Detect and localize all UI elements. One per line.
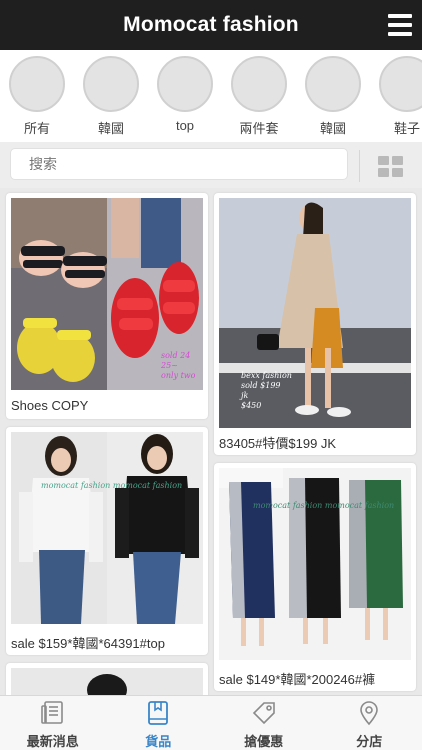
- category-label: 所有: [23, 121, 50, 136]
- category-item-korea[interactable]: 韓國: [80, 56, 142, 137]
- product-card[interactable]: sold 24 25~ only two Shoes COPY: [6, 193, 208, 419]
- category-label: 鞋子: [393, 121, 420, 136]
- nav-item-news[interactable]: 最新消息: [0, 696, 106, 750]
- product-card[interactable]: momocat fashion momocat fashion sale $14…: [214, 463, 416, 691]
- product-card[interactable]: momocat fashion momocat fashion sale $15…: [6, 427, 208, 655]
- product-caption: sale $159*韓國*64391#top: [11, 636, 165, 651]
- product-card[interactable]: bexx fashion sold $199 jk $450 83405#特價$…: [214, 193, 416, 455]
- app-header: Momocat fashion: [0, 0, 422, 50]
- category-item-all[interactable]: 所有: [6, 56, 68, 137]
- product-caption: 83405#特價$199 JK: [219, 436, 337, 451]
- category-item-two-piece[interactable]: 兩件套: [228, 56, 290, 137]
- category-label: top: [175, 118, 195, 133]
- svg-text:only two: only two: [161, 371, 196, 380]
- svg-text:$450: $450: [241, 401, 261, 410]
- svg-text:sold $199: sold $199: [241, 381, 281, 390]
- svg-text:bexx fashion: bexx fashion: [241, 371, 292, 380]
- grid-view-icon: [378, 155, 403, 177]
- search-input[interactable]: [10, 148, 348, 180]
- product-caption: Shoes COPY: [11, 398, 89, 413]
- tag-icon: [252, 702, 275, 725]
- category-item-top[interactable]: top: [154, 56, 216, 133]
- svg-text:sold 24: sold 24: [161, 351, 190, 360]
- product-image: momocat fashion momocat fashion: [219, 468, 411, 660]
- nav-item-products[interactable]: 貨品: [106, 696, 212, 750]
- location-pin-icon: [360, 701, 379, 726]
- product-image: momocat fashion momocat fashion: [11, 432, 203, 624]
- svg-text:momocat fashion momocat fashi: momocat fashion momocat fashion: [253, 501, 394, 510]
- nav-item-deals[interactable]: 搶優惠: [211, 696, 317, 750]
- nav-label: 分店: [356, 734, 383, 749]
- nav-label: 搶優惠: [244, 734, 284, 749]
- category-strip: 所有 韓國 top 兩件套 韓國 鞋子: [0, 50, 422, 142]
- nav-label: 貨品: [145, 734, 172, 749]
- nav-label: 最新消息: [26, 734, 79, 749]
- bottom-nav: 最新消息 貨品 搶優惠 分店: [0, 695, 422, 750]
- product-image: bexx fashion sold $199 jk $450: [219, 198, 411, 428]
- svg-text:momocat fashion momocat fashi: momocat fashion momocat fashion: [41, 481, 182, 490]
- category-label: 兩件套: [239, 121, 279, 136]
- product-image: sold 24 25~ only two: [11, 198, 203, 390]
- hamburger-icon[interactable]: [388, 14, 412, 36]
- svg-text:25~: 25~: [160, 361, 178, 370]
- category-thumbnail: [231, 56, 287, 112]
- category-thumbnail: [379, 56, 422, 112]
- search-bar: [0, 142, 422, 188]
- product-caption: sale $149*韓國*200246#褲: [219, 672, 376, 687]
- category-thumbnail: [305, 56, 361, 112]
- app-title: Momocat fashion: [123, 13, 299, 36]
- category-thumbnail: [157, 56, 213, 112]
- grid-view-button[interactable]: [359, 150, 421, 182]
- category-label: 韓國: [319, 121, 346, 136]
- category-item-korea-2[interactable]: 韓國: [302, 56, 364, 137]
- category-thumbnail: [83, 56, 139, 112]
- book-icon: [148, 701, 169, 725]
- svg-text:jk: jk: [239, 391, 248, 400]
- category-label: 韓國: [97, 121, 124, 136]
- news-icon: [40, 701, 63, 724]
- category-item-shoes[interactable]: 鞋子: [376, 56, 422, 137]
- category-thumbnail: [9, 56, 65, 112]
- nav-item-stores[interactable]: 分店: [317, 696, 422, 750]
